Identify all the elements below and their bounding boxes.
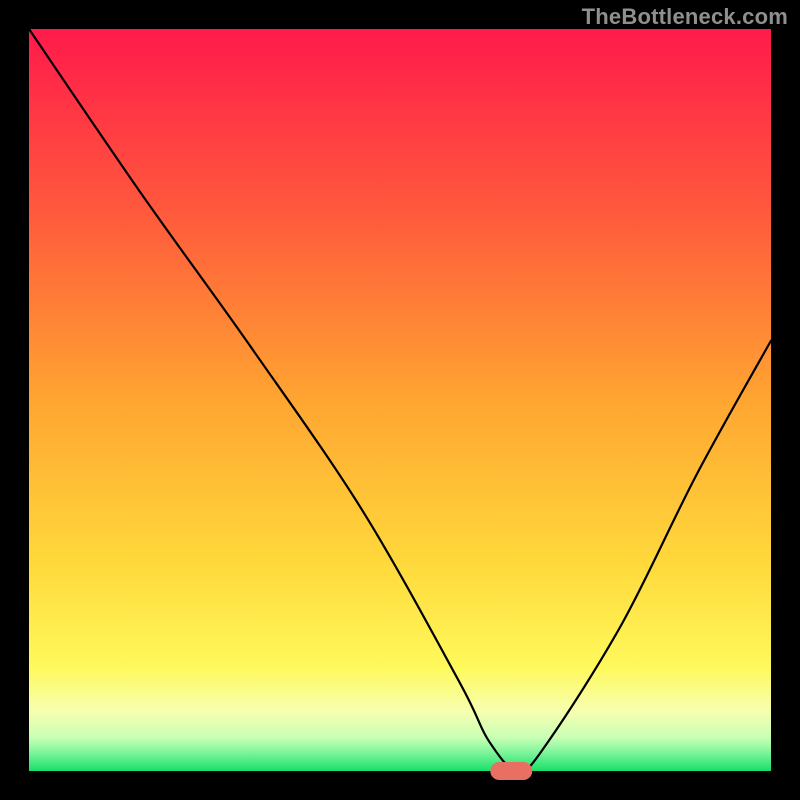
chart-container: TheBottleneck.com bbox=[0, 0, 800, 800]
optimal-marker bbox=[490, 762, 532, 780]
watermark-text: TheBottleneck.com bbox=[582, 4, 788, 30]
plot-background bbox=[29, 29, 771, 771]
chart-svg bbox=[0, 0, 800, 800]
